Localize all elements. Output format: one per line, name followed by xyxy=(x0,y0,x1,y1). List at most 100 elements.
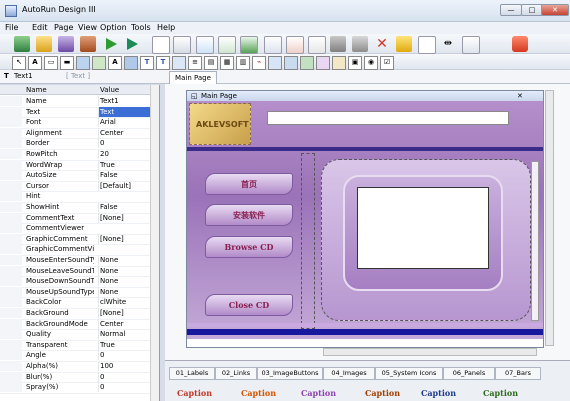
property-row[interactable]: Spray(%) 0 xyxy=(0,382,150,394)
copy-page-icon[interactable] xyxy=(173,36,191,54)
exit-icon[interactable] xyxy=(512,36,528,52)
web-icon[interactable] xyxy=(268,56,282,70)
content-textbox[interactable] xyxy=(357,187,489,269)
document-icon[interactable] xyxy=(418,36,436,54)
close-cd-button[interactable]: Close CD xyxy=(205,294,293,316)
checkbox-component-icon[interactable]: ▣ xyxy=(348,56,362,70)
canvas-vertical-scrollbar[interactable] xyxy=(545,90,554,346)
grid-icon[interactable] xyxy=(462,36,480,54)
property-value[interactable]: 0 xyxy=(98,138,152,149)
panel-icon[interactable]: ▬ xyxy=(60,56,74,70)
save-icon[interactable] xyxy=(58,36,74,52)
paste-icon[interactable] xyxy=(308,36,326,54)
columns-icon[interactable]: ▥ xyxy=(236,56,250,70)
new-page-icon[interactable] xyxy=(152,36,170,54)
canvas-horizontal-scrollbar[interactable] xyxy=(323,348,537,356)
run-preview-icon[interactable] xyxy=(124,36,140,52)
home-button[interactable]: 首页 xyxy=(205,173,293,195)
key-icon[interactable] xyxy=(396,36,412,52)
flash-icon[interactable] xyxy=(300,56,314,70)
maximize-button[interactable]: □ xyxy=(521,4,543,16)
tab-links[interactable]: 02_Links xyxy=(215,367,257,380)
menu-file[interactable]: File xyxy=(5,23,18,32)
pdf-icon[interactable]: ⌁ xyxy=(252,56,266,70)
property-value[interactable]: Text1 xyxy=(98,96,152,106)
check-icon[interactable]: ☑ xyxy=(380,56,394,70)
radio-icon[interactable]: ◉ xyxy=(364,56,378,70)
property-value[interactable]: 100 xyxy=(98,361,152,371)
caption-sample-5[interactable]: Caption xyxy=(421,388,456,398)
install-button[interactable]: 安装软件 xyxy=(205,204,293,226)
media-icon[interactable] xyxy=(284,56,298,70)
header-textbox[interactable] xyxy=(267,111,509,125)
property-value[interactable]: False xyxy=(98,202,152,212)
property-scrollbar[interactable] xyxy=(150,85,159,401)
save-as-icon[interactable] xyxy=(80,36,96,52)
minimize-button[interactable]: — xyxy=(500,4,522,16)
menu-page[interactable]: Page xyxy=(54,23,73,32)
property-value[interactable]: False xyxy=(98,170,152,181)
menu-tools[interactable]: Tools xyxy=(131,23,151,32)
copy-icon[interactable] xyxy=(286,36,304,54)
property-value[interactable]: [None] xyxy=(98,308,152,318)
property-value[interactable]: None xyxy=(98,255,152,265)
table-icon[interactable]: ▤ xyxy=(204,56,218,70)
tab-bars[interactable]: 07_Bars xyxy=(495,367,541,380)
tab-system-icons[interactable]: 05_System Icons xyxy=(375,367,443,380)
caption-sample-3[interactable]: Caption xyxy=(301,388,336,398)
grid-component-icon[interactable]: ▦ xyxy=(220,56,234,70)
button-icon[interactable] xyxy=(124,56,138,70)
property-value[interactable]: clWhite xyxy=(98,297,152,308)
menu-view[interactable]: View xyxy=(78,23,97,32)
property-value[interactable]: Center xyxy=(98,318,152,329)
property-value[interactable]: [Default] xyxy=(98,180,152,191)
video-icon[interactable] xyxy=(332,56,346,70)
lock-icon[interactable] xyxy=(352,36,368,52)
property-value[interactable]: None xyxy=(98,276,152,287)
divider-panel[interactable] xyxy=(301,153,315,329)
property-value[interactable]: True xyxy=(98,339,152,350)
text-bold-icon[interactable]: T xyxy=(140,56,154,70)
text-icon[interactable]: A xyxy=(108,56,122,70)
property-value[interactable]: 0 xyxy=(98,382,152,393)
tab-images[interactable]: 04_Images xyxy=(323,367,375,380)
import-icon[interactable] xyxy=(240,36,258,54)
tab-main-page[interactable]: Main Page xyxy=(169,71,217,84)
property-value[interactable]: None xyxy=(98,265,152,276)
tab-image-buttons[interactable]: 03_ImageButtons xyxy=(257,367,323,380)
remove-icon[interactable]: ✕ xyxy=(374,36,390,52)
property-value[interactable]: True xyxy=(98,159,152,170)
property-value[interactable]: None xyxy=(98,286,152,297)
property-value[interactable]: Text xyxy=(98,106,152,117)
image-button-icon[interactable] xyxy=(76,56,90,70)
edit-box-icon[interactable]: ▭ xyxy=(44,56,58,70)
text-style-icon[interactable]: T xyxy=(156,56,170,70)
menu-edit[interactable]: Edit xyxy=(32,23,48,32)
tab-panels[interactable]: 06_Panels xyxy=(443,367,495,380)
caption-sample-4[interactable]: Caption xyxy=(365,388,400,398)
caption-sample-1[interactable]: Caption xyxy=(177,388,212,398)
image-icon[interactable] xyxy=(92,56,106,70)
page-close-icon[interactable]: ✕ xyxy=(517,91,523,101)
property-value[interactable]: 0 xyxy=(98,350,152,361)
caption-sample-6[interactable]: Caption xyxy=(483,388,518,398)
property-value[interactable]: [None] xyxy=(98,233,152,244)
caption-sample-2[interactable]: Caption xyxy=(241,388,276,398)
delete-icon[interactable] xyxy=(330,36,346,52)
property-value[interactable]: Arial xyxy=(98,117,152,128)
page-image-icon[interactable] xyxy=(218,36,236,54)
list-icon[interactable] xyxy=(172,56,186,70)
property-value[interactable]: 0 xyxy=(98,371,152,382)
cut-icon[interactable] xyxy=(264,36,282,54)
browse-cd-button[interactable]: Browse CD xyxy=(205,236,293,258)
run-icon[interactable] xyxy=(103,36,119,52)
page-properties-icon[interactable] xyxy=(196,36,214,54)
align-icon[interactable]: ⇹ xyxy=(440,36,456,52)
property-value[interactable]: 20 xyxy=(98,149,152,159)
menu-option[interactable]: Option xyxy=(100,23,127,32)
new-project-icon[interactable] xyxy=(14,36,30,52)
music-icon[interactable] xyxy=(316,56,330,70)
pointer-icon[interactable]: ↖ xyxy=(12,56,26,70)
logo[interactable]: AKLEVSOFT xyxy=(189,103,251,145)
property-value[interactable]: Normal xyxy=(98,329,152,340)
